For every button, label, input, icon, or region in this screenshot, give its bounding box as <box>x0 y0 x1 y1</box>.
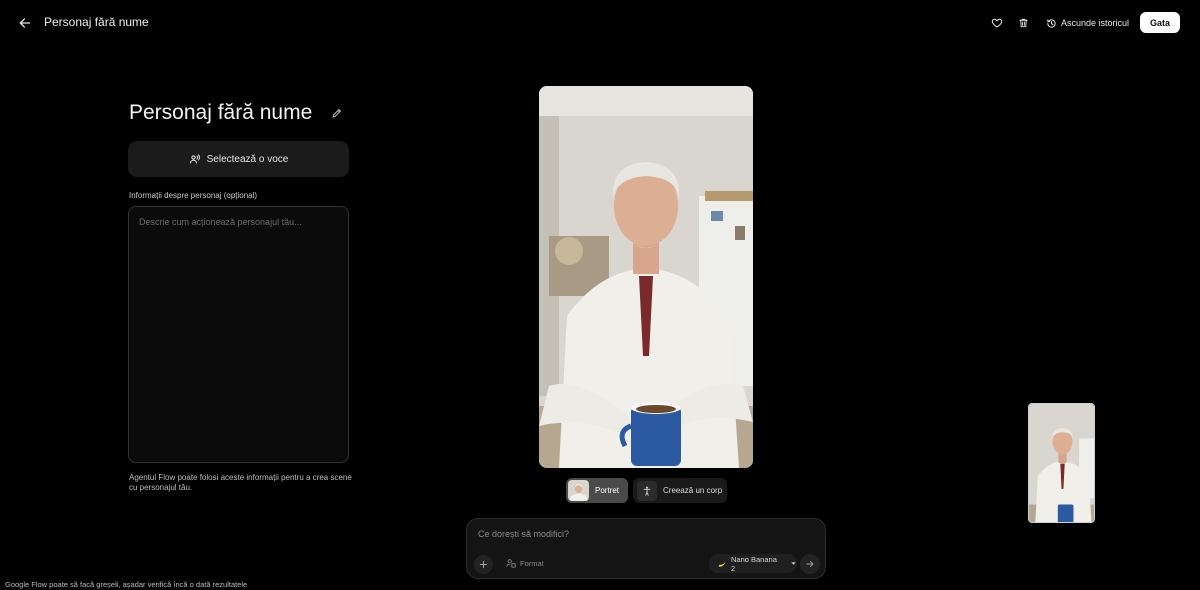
favorite-button[interactable] <box>985 11 1009 35</box>
portrait-thumbnail[interactable] <box>1028 403 1095 523</box>
banana-icon <box>717 559 727 569</box>
format-button[interactable]: Format <box>506 558 544 568</box>
plus-icon <box>479 560 488 569</box>
portrait-chip[interactable]: Portret <box>566 478 628 503</box>
footer-disclaimer: Google Flow poate să facă greșeli, așada… <box>5 580 248 589</box>
helper-text: Agentul Flow poate folosi aceste informa… <box>129 473 352 492</box>
pencil-icon <box>331 107 345 119</box>
character-description-field[interactable]: Descrie cum acționează personajul tău... <box>128 206 349 463</box>
portrait-chip-thumbnail <box>568 480 589 501</box>
select-voice-label: Selectează o voce <box>206 153 289 165</box>
page-title: Personaj fără nume <box>44 15 149 29</box>
create-body-chip[interactable]: Creează un corp <box>633 478 727 503</box>
model-selector[interactable]: Nano Banana 2 <box>709 554 797 573</box>
character-portrait-image <box>539 86 753 468</box>
voice-icon <box>189 153 201 165</box>
create-body-label: Creează un corp <box>663 486 723 495</box>
person-icon <box>637 480 657 501</box>
hide-history-label: Ascunde istoricul <box>1061 18 1130 28</box>
history-icon <box>1046 18 1057 29</box>
prompt-input[interactable] <box>478 529 798 539</box>
edit-name-button[interactable] <box>331 107 345 121</box>
character-info-label: Informații despre personaj (opțional) <box>129 191 258 200</box>
format-label: Format <box>520 558 544 568</box>
arrow-right-icon <box>805 559 815 569</box>
done-button[interactable]: Gata <box>1140 12 1180 33</box>
description-placeholder: Descrie cum acționează personajul tău... <box>139 217 302 227</box>
portrait-chip-label: Portret <box>595 486 620 495</box>
model-label: Nano Banana 2 <box>731 554 777 573</box>
select-voice-button[interactable]: Selectează o voce <box>128 141 349 177</box>
heart-icon <box>991 17 1003 29</box>
hide-history-button[interactable]: Ascunde istoricul <box>1046 14 1129 32</box>
add-button[interactable] <box>474 555 493 574</box>
arrow-left-icon <box>18 16 32 30</box>
character-name: Personaj fără nume <box>129 101 313 124</box>
send-button[interactable] <box>800 554 820 574</box>
back-button[interactable] <box>12 10 38 36</box>
format-icon <box>506 558 516 568</box>
delete-button[interactable] <box>1011 11 1035 35</box>
trash-icon <box>1018 17 1029 29</box>
chevron-down-icon <box>790 560 797 567</box>
